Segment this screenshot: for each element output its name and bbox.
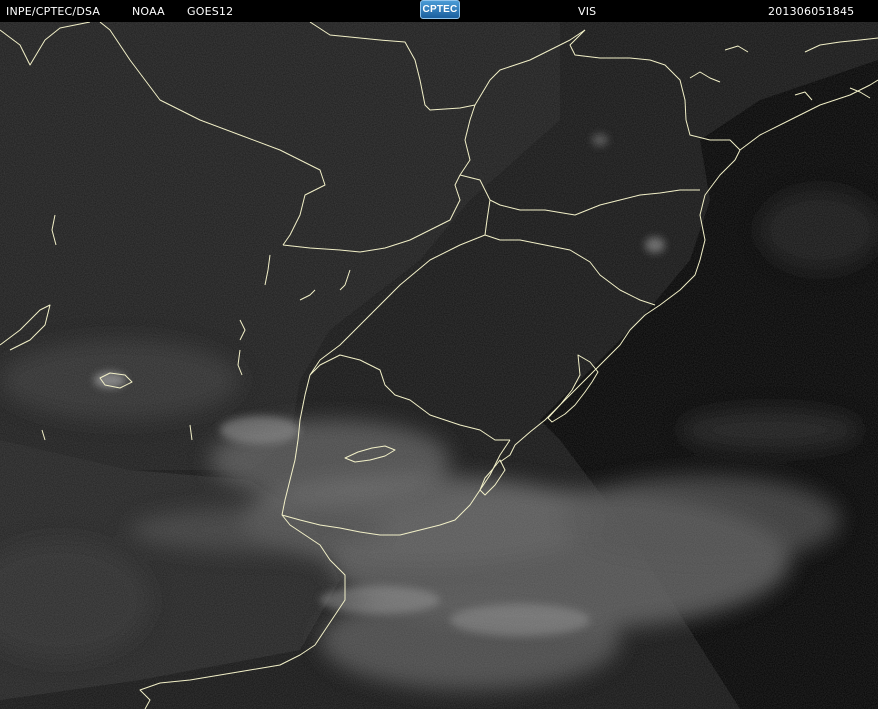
satellite-image — [0, 22, 878, 709]
image-grain — [0, 22, 878, 709]
logo-text: CPTEC — [422, 4, 458, 15]
timestamp-label: 201306051845 — [768, 5, 855, 18]
image-header: INPE/CPTEC/DSA NOAA GOES12 CPTEC VIS 201… — [0, 0, 878, 22]
cptec-logo: CPTEC — [420, 0, 460, 19]
agency-label: INPE/CPTEC/DSA — [6, 5, 101, 18]
satellite-label: GOES12 — [187, 5, 234, 18]
channel-label: VIS — [578, 5, 597, 18]
provider-label: NOAA — [132, 5, 165, 18]
